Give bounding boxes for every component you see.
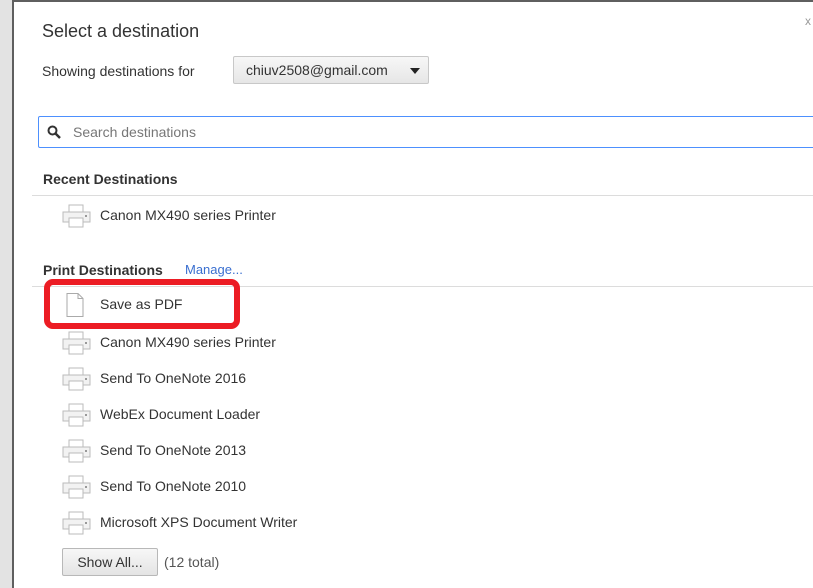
printer-icon <box>62 367 91 391</box>
print-destinations-header: Print Destinations <box>43 262 163 278</box>
highlight-annotation <box>44 279 240 329</box>
total-count: (12 total) <box>164 554 220 570</box>
destination-label: Send To OneNote 2016 <box>100 370 247 386</box>
account-select[interactable]: chiuv2508@gmail.com <box>233 56 429 84</box>
account-select-value: chiuv2508@gmail.com <box>246 62 388 78</box>
dialog-left-border <box>12 0 14 588</box>
chevron-down-icon <box>410 68 420 74</box>
showing-destinations-label: Showing destinations for <box>42 63 195 79</box>
destination-label: WebEx Document Loader <box>100 406 261 422</box>
show-all-button[interactable]: Show All... <box>62 548 158 576</box>
printer-icon <box>62 439 91 463</box>
dialog-title: Select a destination <box>42 21 200 41</box>
destination-label: Send To OneNote 2010 <box>100 478 247 494</box>
recent-destinations-header: Recent Destinations <box>43 171 178 187</box>
destination-label: Canon MX490 series Printer <box>100 334 276 350</box>
dialog-top-border <box>12 0 813 2</box>
printer-icon <box>62 331 91 355</box>
close-icon[interactable]: x <box>805 14 811 28</box>
printer-icon <box>62 204 91 228</box>
divider <box>32 195 813 196</box>
printer-icon <box>62 403 91 427</box>
destination-label: Canon MX490 series Printer <box>100 207 276 223</box>
search-icon <box>47 125 61 139</box>
destination-label: Microsoft XPS Document Writer <box>100 514 298 530</box>
printer-icon <box>62 511 91 535</box>
search-input[interactable]: Search destinations <box>38 116 813 148</box>
window-edge <box>0 0 12 588</box>
manage-link[interactable]: Manage... <box>185 262 243 277</box>
destination-label: Send To OneNote 2013 <box>100 442 247 458</box>
printer-icon <box>62 475 91 499</box>
search-placeholder: Search destinations <box>73 124 196 140</box>
